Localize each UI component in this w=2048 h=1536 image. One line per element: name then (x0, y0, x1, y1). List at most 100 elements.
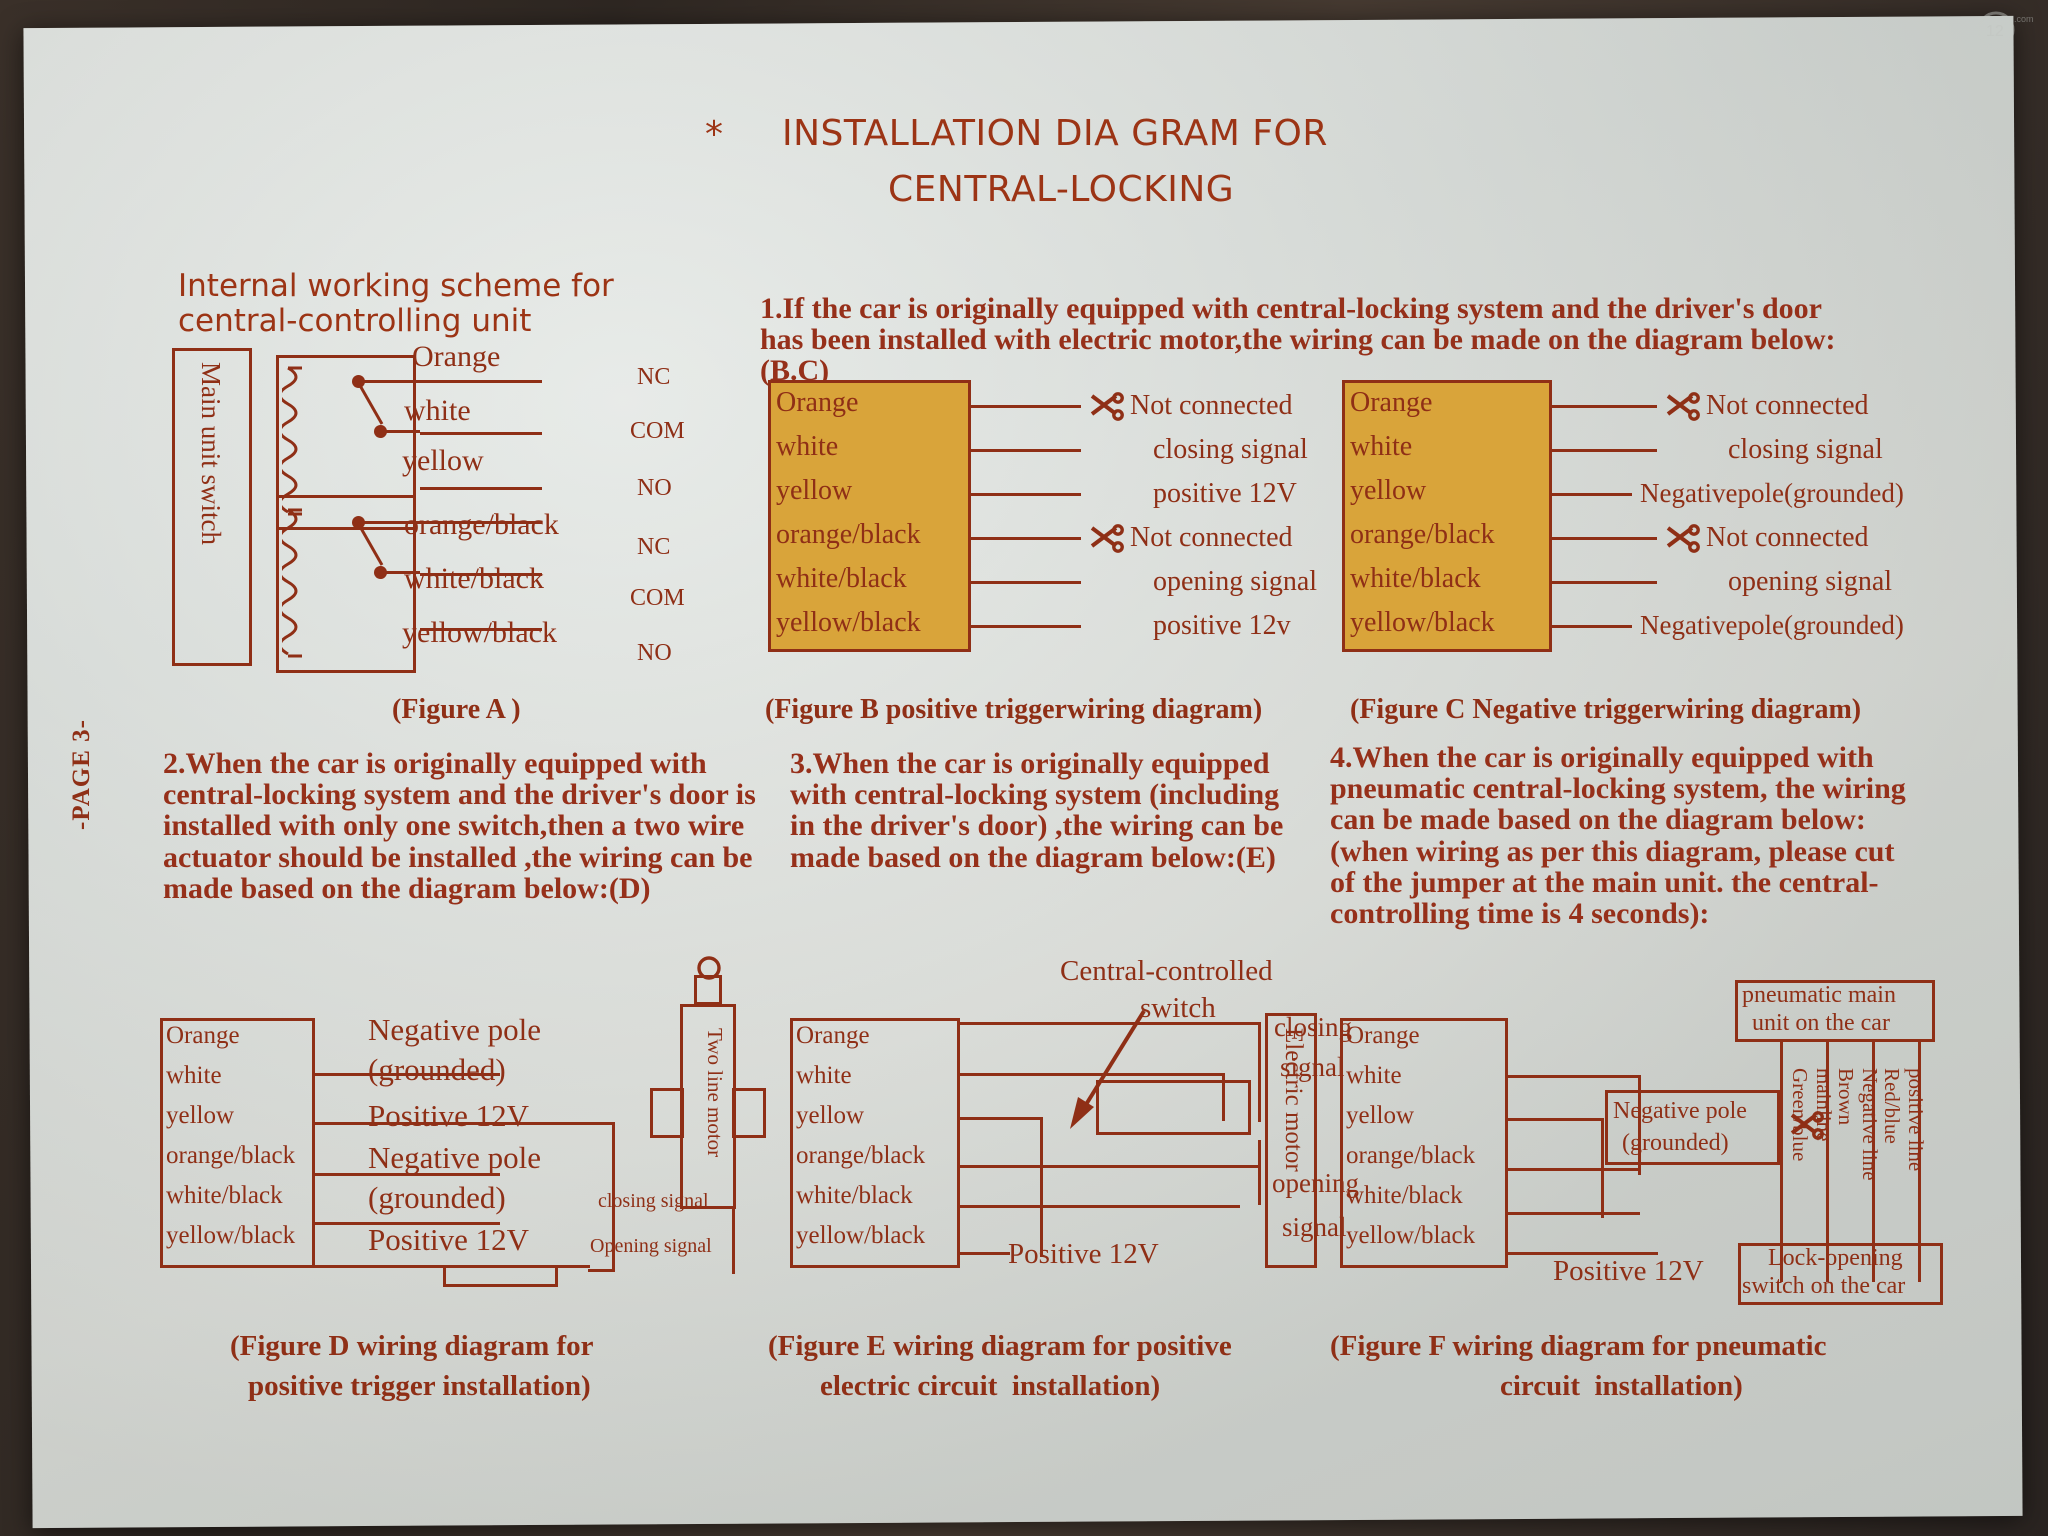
figure-f-caption-line-1: (Figure F wiring diagram for pneumatic (1330, 1330, 1827, 1362)
page-title-line-1: INSTALLATION DIA GRAM FOR (782, 113, 1328, 154)
page-title-line-2: CENTRAL-LOCKING (888, 169, 1235, 210)
figure-f-wire-2: white (1346, 1062, 1402, 1089)
figure-b-assignment-1: Not connected (1130, 390, 1293, 421)
figure-e-positive-label: Positive 12V (1008, 1238, 1159, 1270)
photo-of-manual-page: 12 .com -PAGE 3- * INSTALLATION DIA GRAM… (0, 0, 2048, 1536)
figure-c-lead-2 (1552, 449, 1657, 452)
figure-c-lead-1 (1552, 405, 1657, 408)
figure-f-lead-1 (1508, 1075, 1640, 1078)
figure-f-lead-3 (1508, 1168, 1640, 1171)
figure-d-bottom-segment (443, 1265, 558, 1287)
figure-f-pneumatic-box-line-2: unit on the car (1752, 1010, 1890, 1036)
figure-d-wire-6: yellow/black (166, 1222, 296, 1249)
figure-f-lead-2 (1508, 1118, 1603, 1121)
figure-c-assignment-3: Negativepole(grounded) (1640, 478, 1904, 508)
figure-f-positive-label: Positive 12V (1553, 1255, 1704, 1287)
figure-c-lead-3 (1552, 493, 1632, 496)
figure-a-wire-3: yellow (402, 444, 484, 477)
figure-a-wire-4: orange/black (404, 508, 559, 541)
figure-a-terminal-6: NO (637, 640, 672, 666)
figure-f-riser-2 (1601, 1118, 1604, 1218)
figure-a-relay2-bottom (276, 670, 416, 673)
figure-a-relay2-armature (356, 522, 384, 566)
figure-d-wire-4: orange/black (166, 1142, 296, 1169)
figure-b-wire-5: white/black (776, 563, 907, 594)
scissors-icon (1090, 524, 1124, 553)
figure-e-motor-label: Electric motor (1280, 1028, 1307, 1172)
section-2-text: 2.When the car is originally equipped wi… (163, 747, 756, 905)
figure-a-heading-line-2: central-controlling unit (178, 303, 532, 339)
figure-d-closing-signal-label: closing signal (598, 1190, 709, 1212)
figure-a-relay2-top (276, 495, 416, 498)
figure-a-terminal-3: NO (637, 475, 672, 501)
figure-e-switch-label-line-1: Central-controlled (1060, 955, 1273, 987)
section-1-text: 1.If the car is originally equipped with… (760, 292, 1836, 388)
figure-f-wire-3: yellow (1346, 1102, 1415, 1129)
figure-c-wire-5: white/black (1350, 563, 1481, 594)
scissors-icon (1666, 392, 1700, 421)
figure-a-relay1-armature (356, 381, 384, 425)
figure-e-lead-4 (960, 1165, 1260, 1168)
figure-e-lead-1 (960, 1022, 1260, 1025)
figure-e-wire-1: Orange (796, 1022, 870, 1049)
figure-b-wire-6: yellow/black (776, 607, 921, 638)
figure-c-assignment-6: Negativepole(grounded) (1640, 610, 1904, 640)
figure-f-wire-6: yellow/black (1346, 1222, 1476, 1249)
figure-a-wire-5: white/black (404, 562, 544, 595)
figure-b-lead-4 (971, 537, 1081, 540)
figure-f-lock-box-line-2: switch on the car (1742, 1273, 1906, 1299)
figure-f-wire-5: white/black (1346, 1182, 1463, 1209)
page-marker: -PAGE 3- (68, 719, 95, 830)
title-star: * (705, 114, 724, 155)
figure-b-assignment-4: Not connected (1130, 522, 1293, 553)
figure-a-lead-1 (420, 380, 542, 383)
figure-d-mid-label-3: Positive 12V (368, 1098, 530, 1133)
figure-d-motor-lead (732, 1209, 735, 1274)
section-3-text: 3.When the car is originally equipped wi… (790, 747, 1284, 874)
figure-e-riser-4 (1258, 1140, 1261, 1205)
figure-a-lead-3 (420, 487, 542, 490)
figure-c-wire-2: white (1350, 431, 1413, 462)
figure-d-return (588, 1269, 614, 1272)
figure-a-lead-5 (420, 573, 542, 576)
figure-d-mid-label-6: Positive 12V (368, 1222, 530, 1257)
figure-a-coil-2 (282, 508, 302, 658)
figure-c-wire-1: Orange (1350, 387, 1433, 418)
figure-b-lead-2 (971, 449, 1081, 452)
figure-f-lock-box-line-1: Lock-opening (1768, 1245, 1903, 1271)
figure-d-motor-label: Two line motor (703, 1028, 727, 1158)
figure-f-wire-1: Orange (1346, 1022, 1420, 1049)
figure-e-wire-6: yellow/black (796, 1222, 926, 1249)
figure-d-wire-2: white (166, 1062, 222, 1089)
figure-c-caption: (Figure C Negative triggerwiring diagram… (1350, 694, 1862, 725)
figure-c-assignment-1: Not connected (1706, 390, 1869, 421)
figure-e-riser-1 (1040, 1117, 1043, 1257)
figure-a-terminal-2: COM (630, 418, 685, 444)
figure-e-switch-label-line-2: switch (1140, 992, 1216, 1024)
figure-e-lead-5 (960, 1205, 1240, 1208)
figure-a-relay1-top (276, 355, 416, 358)
figure-e-caption-line-2: electric circuit installation) (820, 1370, 1161, 1402)
figure-f-pneumatic-box-line-1: pneumatic main (1742, 982, 1896, 1008)
figure-c-assignment-4: Not connected (1706, 522, 1869, 553)
figure-b-lead-6 (971, 625, 1081, 628)
figure-c-lead-4 (1552, 537, 1657, 540)
figure-c-assignment-2: closing signal (1728, 434, 1883, 465)
scissors-icon (1666, 524, 1700, 553)
figure-b-assignment-6: positive 12v (1153, 610, 1291, 641)
figure-e-wire-2: white (796, 1062, 852, 1089)
figure-a-heading-line-1: Internal working scheme for (178, 268, 614, 304)
figure-b-assignment-2: closing signal (1153, 434, 1308, 465)
figure-d-mid-label-5: (grounded) (368, 1180, 506, 1215)
figure-b-lead-3 (971, 493, 1081, 496)
figure-d-caption-line-1: (Figure D wiring diagram for (230, 1330, 594, 1362)
figure-e-wire-5: white/black (796, 1182, 913, 1209)
figure-d-mid-label-2: (grounded) (368, 1052, 506, 1087)
figure-f-vline-2-label-a: Brown (1834, 1068, 1858, 1126)
figure-d-lead-2 (315, 1122, 615, 1125)
figure-a-wire-2: white (404, 394, 471, 427)
figure-d-opening-signal-label: Opening signal (590, 1235, 712, 1257)
figure-d-lead-1 (315, 1073, 500, 1076)
figure-a-wire-1: Orange (412, 340, 501, 373)
figure-a-relay1-com-lead (381, 430, 420, 433)
